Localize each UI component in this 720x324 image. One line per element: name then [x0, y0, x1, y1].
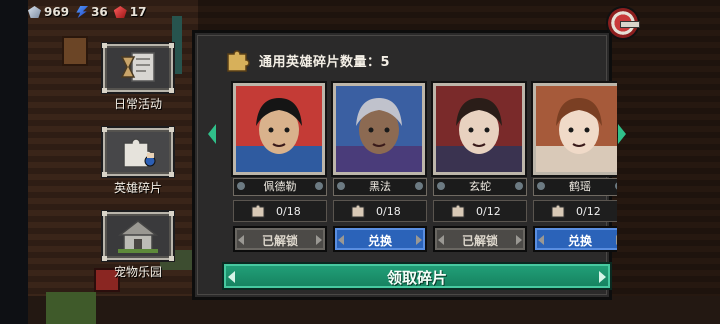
unlocked-button[interactable]: 已解锁 — [433, 226, 527, 252]
left-arrow-icon — [538, 235, 544, 245]
daily-activity-button[interactable] — [101, 42, 175, 94]
diamond-gem-icon — [28, 6, 41, 18]
energy-count: 36 — [91, 5, 108, 19]
hero-name-plate: 鹤瑶 — [533, 178, 617, 196]
fragment-progress-text: 0/18 — [376, 204, 401, 218]
menu-label-daily: 日常活动 — [113, 97, 162, 111]
back-arrow-icon — [620, 21, 640, 28]
dark-wall — [0, 0, 28, 324]
right-arrow-icon — [599, 271, 606, 283]
exchange-button[interactable]: 兑换 — [533, 226, 617, 252]
left-arrow-icon — [338, 235, 344, 245]
claim-fragments-label: 领取碎片 — [386, 269, 447, 287]
left-arrow-icon — [438, 235, 444, 245]
right-arrow-icon — [616, 235, 617, 245]
hourglass-scroll-icon — [120, 52, 155, 82]
hero-fragment-progress: 0/18 — [233, 200, 327, 222]
crate-sprite — [62, 36, 88, 66]
right-arrow-icon — [316, 235, 322, 245]
puzzle-piece-icon — [227, 50, 250, 72]
menu-item-daily[interactable]: 日常活动 — [101, 42, 175, 112]
right-arrow-icon — [416, 235, 422, 245]
hero-fragment-progress: 0/12 — [533, 200, 617, 222]
resource-ruby: 17 — [113, 5, 147, 19]
close-back-button[interactable] — [606, 6, 640, 40]
claim-fragments-button[interactable]: 领取碎片 — [222, 262, 612, 290]
right-arrow-icon — [516, 235, 522, 245]
action-label: 兑换 — [567, 234, 592, 248]
carousel-left-arrow-icon[interactable] — [208, 124, 216, 144]
rivet-icon — [337, 182, 345, 190]
hero-portrait — [431, 81, 527, 177]
action-label: 兑换 — [367, 234, 392, 248]
hero-portrait — [531, 81, 617, 177]
resource-bar: 969 36 17 — [28, 2, 146, 22]
carousel-right-arrow-icon[interactable] — [618, 124, 626, 144]
hero-card[interactable]: 佩德勒 0/18 已解锁 — [231, 81, 327, 252]
hero-fragment-progress: 0/18 — [333, 200, 427, 222]
hero-name: 佩德勒 — [263, 180, 297, 193]
hero-card[interactable]: 鹤瑶 0/12 兑换 — [531, 81, 617, 252]
ruby-count: 17 — [129, 5, 147, 19]
menu-item-fragments[interactable]: 英雄碎片 — [101, 126, 175, 196]
rivet-icon — [237, 182, 245, 190]
hero-name: 黑法 — [369, 180, 391, 193]
menu-label-pet: 宠物乐园 — [113, 265, 162, 279]
left-arrow-icon — [228, 271, 235, 283]
hero-fragments-panel: 通用英雄碎片数量：5 佩德勒 0/18 已解锁 黑法 0/18 兑换 玄蛇 0/… — [192, 30, 617, 300]
hero-portrait-image — [236, 98, 322, 172]
floor-shadow — [28, 296, 720, 324]
rivet-icon — [437, 182, 445, 190]
hero-name-plate: 佩德勒 — [233, 178, 327, 196]
hero-fragment-icon — [451, 204, 465, 218]
hero-name-plate: 玄蛇 — [433, 178, 527, 196]
rivet-icon — [515, 182, 523, 190]
hero-fragments-button[interactable] — [101, 126, 175, 178]
fragment-progress-text: 0/12 — [576, 204, 601, 218]
hero-portrait — [231, 81, 327, 177]
hero-portrait-image — [436, 98, 522, 172]
menu-label-fragments: 英雄碎片 — [113, 181, 162, 195]
left-arrow-icon — [238, 235, 244, 245]
panel-header: 通用英雄碎片数量：5 — [225, 47, 390, 73]
blue-energy-icon — [76, 6, 89, 18]
resource-gems: 969 — [28, 5, 69, 19]
menu-item-pet[interactable]: 宠物乐园 — [101, 210, 175, 280]
hero-card-carousel[interactable]: 佩德勒 0/18 已解锁 黑法 0/18 兑换 玄蛇 0/12 已解锁 鹤瑶 0… — [223, 79, 617, 259]
fragment-count-text: 通用英雄碎片数量：5 — [259, 54, 391, 70]
hero-portrait-image — [336, 98, 422, 172]
hero-card[interactable]: 黑法 0/18 兑换 — [331, 81, 427, 252]
hero-name: 鹤瑶 — [569, 180, 591, 193]
unlocked-button[interactable]: 已解锁 — [233, 226, 327, 252]
hero-fragment-icon — [551, 204, 565, 218]
fragment-progress-text: 0/12 — [476, 204, 501, 218]
hero-portrait-image — [536, 98, 617, 172]
exchange-button[interactable]: 兑换 — [333, 226, 427, 252]
rivet-icon — [615, 182, 617, 190]
red-ruby-icon — [113, 6, 127, 18]
puzzle-piece-icon — [123, 138, 156, 168]
rivet-icon — [537, 182, 545, 190]
hero-name: 玄蛇 — [469, 180, 491, 193]
rivet-icon — [315, 182, 323, 190]
hero-fragment-icon — [251, 204, 265, 218]
fragment-progress-text: 0/18 — [276, 204, 301, 218]
pet-park-button[interactable] — [101, 210, 175, 262]
action-label: 已解锁 — [261, 234, 298, 248]
grass-tile — [46, 292, 96, 324]
hero-card[interactable]: 玄蛇 0/12 已解锁 — [431, 81, 527, 252]
hero-portrait — [331, 81, 427, 177]
gem-count: 969 — [44, 5, 70, 19]
hero-fragment-icon — [351, 204, 365, 218]
pet-house-icon — [117, 220, 159, 253]
action-label: 已解锁 — [461, 234, 498, 248]
hero-name-plate: 黑法 — [333, 178, 427, 196]
resource-energy: 36 — [75, 5, 108, 19]
rivet-icon — [415, 182, 423, 190]
hero-fragment-progress: 0/12 — [433, 200, 527, 222]
